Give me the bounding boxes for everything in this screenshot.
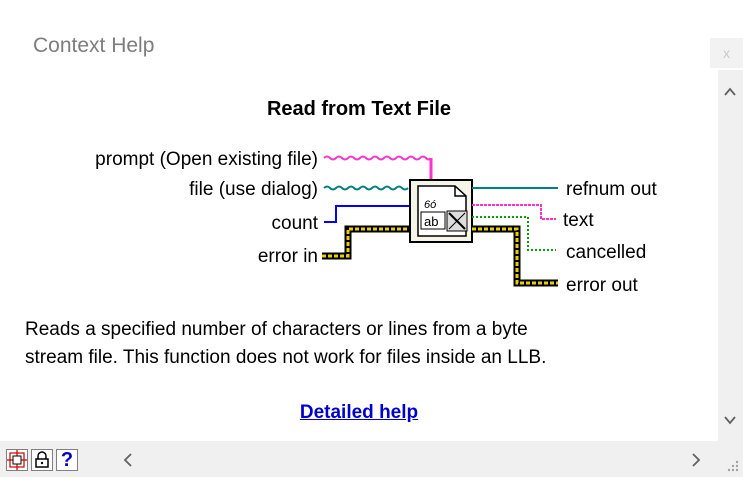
output-label-error-out: error out (566, 275, 639, 296)
input-label-file: file (use dialog) (189, 179, 318, 200)
output-label-refnum-out: refnum out (566, 179, 658, 200)
simple-help-icon (7, 450, 27, 470)
connector-pane-diagram: prompt (Open existing file) file (use di… (95, 149, 658, 296)
scroll-right-icon[interactable] (688, 451, 704, 469)
context-help-window: Context Help x Read from Text File promp… (0, 0, 743, 477)
icon-text: ab (424, 214, 438, 229)
function-description: Reads a specified number of characters o… (25, 316, 705, 372)
icon-glasses: 6ó (424, 199, 436, 211)
file-wire (323, 185, 409, 191)
lock-icon (35, 451, 49, 468)
lock-button[interactable] (31, 449, 53, 471)
question-button[interactable]: ? (56, 449, 78, 471)
vertical-scrollbar[interactable] (718, 70, 743, 441)
input-label-prompt: prompt (Open existing file) (95, 149, 318, 170)
output-label-cancelled: cancelled (566, 242, 646, 263)
error-in-wire (322, 227, 410, 258)
input-label-count: count (272, 213, 319, 234)
prompt-wire (323, 155, 431, 161)
close-button[interactable]: x (710, 38, 743, 68)
error-out-wire-outline (472, 225, 558, 287)
scroll-down-icon[interactable] (718, 410, 743, 430)
input-label-error-in: error in (258, 246, 318, 267)
detailed-help-link[interactable]: Detailed help (0, 402, 718, 424)
question-icon: ? (60, 449, 74, 471)
scroll-up-icon[interactable] (718, 82, 743, 102)
output-label-text: text (563, 210, 594, 231)
window-title: Context Help (33, 34, 155, 57)
output-wires (472, 187, 558, 287)
scroll-left-icon[interactable] (120, 451, 136, 469)
resize-grip-icon[interactable] (722, 455, 740, 473)
bottom-toolbar: ? (0, 441, 743, 477)
read-text-file-icon: 6ó ab (409, 179, 473, 243)
count-wire (324, 205, 410, 223)
title-bar: Context Help x (0, 0, 743, 88)
simple-help-button[interactable] (6, 449, 28, 471)
description-line-1: Reads a specified number of characters o… (25, 319, 528, 340)
description-line-2: stream file. This function does not work… (25, 347, 547, 368)
error-in-wire-outline (322, 225, 410, 260)
help-content: Read from Text File prompt (Open existin… (0, 88, 718, 441)
